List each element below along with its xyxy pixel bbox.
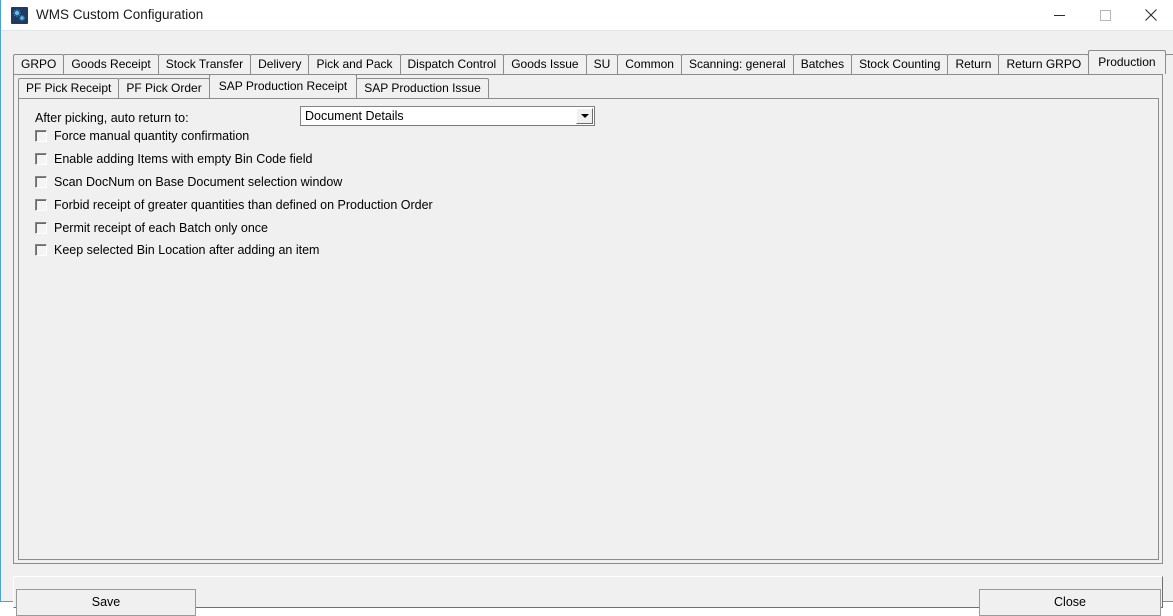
main-tab-scanning-general[interactable]: Scanning: general: [681, 54, 794, 74]
main-tab-control: GRPOGoods ReceiptStock TransferDeliveryP…: [13, 44, 1163, 564]
chevron-down-icon[interactable]: [576, 108, 593, 124]
main-tab-production[interactable]: Production: [1088, 50, 1165, 74]
sub-tab-panel: After picking, auto return to: Document …: [18, 98, 1159, 560]
checkbox-input[interactable]: [35, 176, 47, 188]
checkbox-label: Permit receipt of each Batch only once: [54, 220, 268, 236]
main-tab-manager[interactable]: Manager: [1165, 54, 1173, 74]
window-title: WMS Custom Configuration: [36, 6, 203, 24]
checkbox-label: Force manual quantity confirmation: [54, 128, 249, 144]
main-tab-stock-transfer[interactable]: Stock Transfer: [158, 54, 251, 74]
client-area: GRPOGoods ReceiptStock TransferDeliveryP…: [2, 31, 1173, 601]
checkbox-input[interactable]: [35, 222, 47, 234]
sub-tab-sap-production-receipt[interactable]: SAP Production Receipt: [209, 74, 358, 98]
maximize-icon: [1100, 10, 1111, 21]
save-button[interactable]: Save: [16, 589, 196, 616]
checkbox-label: Keep selected Bin Location after adding …: [54, 242, 319, 258]
sub-tab-pf-pick-receipt[interactable]: PF Pick Receipt: [18, 78, 119, 98]
main-tab-batches[interactable]: Batches: [793, 54, 852, 74]
minimize-icon: [1054, 10, 1065, 21]
main-tab-dispatch-control[interactable]: Dispatch Control: [400, 54, 505, 74]
sub-tab-sap-production-issue[interactable]: SAP Production Issue: [356, 78, 489, 98]
auto-return-value: Document Details: [305, 109, 404, 124]
close-icon: [1145, 9, 1157, 21]
auto-return-combobox[interactable]: Document Details: [300, 106, 595, 126]
checkbox-label: Scan DocNum on Base Document selection w…: [54, 174, 342, 190]
main-tab-grpo[interactable]: GRPO: [13, 54, 64, 74]
main-tab-delivery[interactable]: Delivery: [250, 54, 309, 74]
title-bar: WMS Custom Configuration: [1, 0, 1173, 31]
checkbox-input[interactable]: [35, 153, 47, 165]
application-window: WMS Custom Configuration GRPOGoods Recei…: [0, 0, 1173, 602]
main-tab-su[interactable]: SU: [586, 54, 619, 74]
main-tab-strip: GRPOGoods ReceiptStock TransferDeliveryP…: [13, 54, 1173, 75]
main-tab-pick-and-pack[interactable]: Pick and Pack: [308, 54, 400, 74]
sub-tab-pf-pick-order[interactable]: PF Pick Order: [118, 78, 209, 98]
sub-tab-strip: PF Pick ReceiptPF Pick Order SAP Producti…: [18, 78, 488, 99]
checkbox-input[interactable]: [35, 244, 47, 256]
main-tab-goods-receipt[interactable]: Goods Receipt: [63, 54, 158, 74]
main-tab-return[interactable]: Return: [947, 54, 999, 74]
main-tab-stock-counting[interactable]: Stock Counting: [851, 54, 948, 74]
minimize-button[interactable]: [1036, 0, 1082, 30]
checkbox-input[interactable]: [35, 199, 47, 211]
close-dialog-button[interactable]: Close: [979, 589, 1161, 616]
gear-icon: [11, 7, 28, 24]
auto-return-label: After picking, auto return to:: [35, 111, 189, 125]
main-tab-goods-issue[interactable]: Goods Issue: [503, 54, 586, 74]
maximize-button[interactable]: [1082, 0, 1128, 30]
checkbox-input[interactable]: [35, 130, 47, 142]
main-tab-return-grpo[interactable]: Return GRPO: [998, 54, 1089, 74]
checkbox-label: Enable adding Items with empty Bin Code …: [54, 151, 312, 167]
main-tab-common[interactable]: Common: [617, 54, 682, 74]
checkbox-label: Forbid receipt of greater quantities tha…: [54, 197, 433, 213]
main-tab-panel: PF Pick ReceiptPF Pick OrderSAP Producti…: [13, 74, 1163, 564]
close-button[interactable]: [1128, 0, 1173, 30]
